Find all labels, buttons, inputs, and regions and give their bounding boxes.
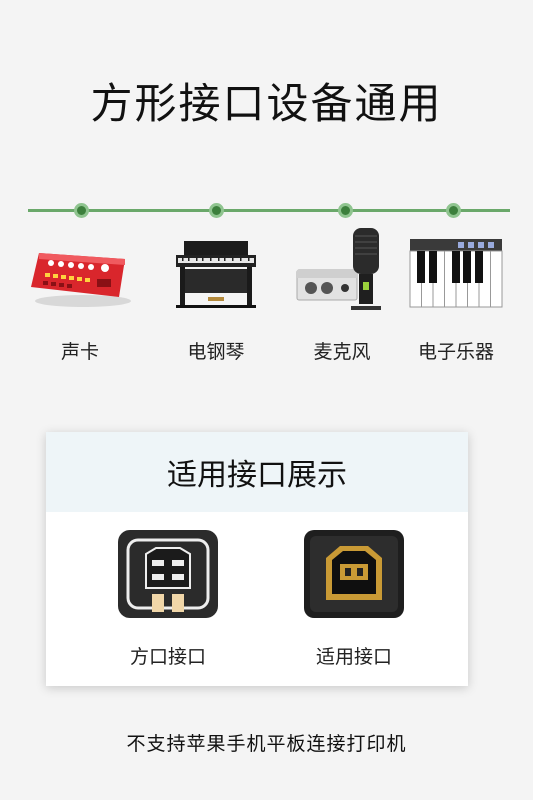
device-label: 声卡 <box>60 341 99 363</box>
device-sound-card: 声卡 <box>20 225 140 364</box>
microphone-icon <box>296 228 381 310</box>
timeline-dot <box>446 203 461 218</box>
timeline-line <box>28 209 510 212</box>
port-applicable: 适用接口 <box>284 528 424 669</box>
compatibility-note: 不支持苹果手机平板连接打印机 <box>126 733 407 755</box>
timeline-dot <box>74 203 89 218</box>
interface-card: 适用接口展示 方口接口 适用接口 <box>46 432 468 686</box>
port-square: 方口接口 <box>98 528 238 669</box>
device-label: 电子乐器 <box>417 341 494 363</box>
device-digital-piano: 电钢琴 <box>156 225 276 364</box>
keyboard-instrument-icon <box>409 239 503 308</box>
digital-piano-icon <box>176 241 256 308</box>
page-title: 方形接口设备通用 <box>90 79 443 128</box>
device-label: 电钢琴 <box>187 341 245 363</box>
card-title: 适用接口展示 <box>46 432 468 512</box>
timeline-dot <box>338 203 353 218</box>
device-microphone: 麦克风 <box>282 225 402 364</box>
device-label: 麦克风 <box>313 341 371 363</box>
port-label: 方口接口 <box>129 646 206 668</box>
sound-card-icon <box>31 253 131 307</box>
usb-b-port-diagram-icon <box>118 530 218 618</box>
device-electronic-instrument: 电子乐器 <box>396 225 516 364</box>
port-label: 适用接口 <box>315 646 392 668</box>
usb-b-port-photo-icon <box>304 530 404 618</box>
timeline-dot <box>209 203 224 218</box>
